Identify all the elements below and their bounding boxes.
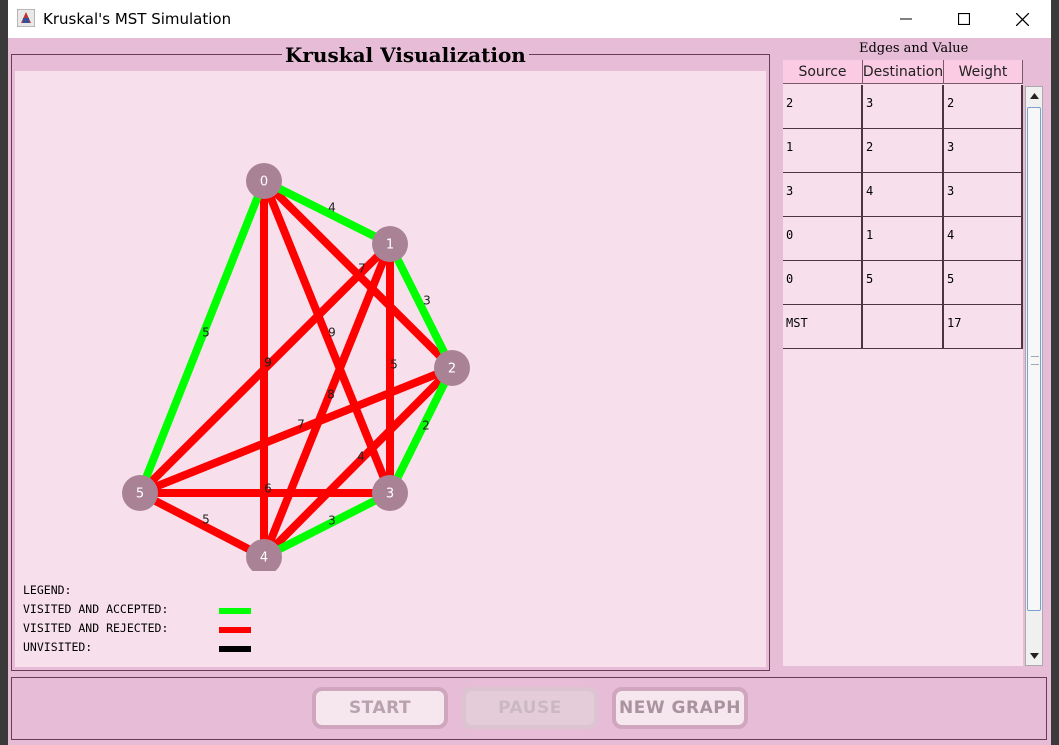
edge-1-2	[386, 242, 456, 370]
arrow-down-icon	[1029, 653, 1039, 659]
legend-unvisited-label: UNVISITED:	[23, 640, 93, 654]
cell-source: 2	[783, 85, 863, 129]
node-label: 5	[136, 487, 144, 502]
pause-button[interactable]: PAUSE	[462, 687, 598, 729]
maximize-icon	[958, 13, 970, 25]
cell-weight: 4	[944, 217, 1023, 261]
visualization-panel: Kruskal Visualization 432359975894765 01…	[11, 43, 770, 671]
edge-weight-label: 4	[328, 201, 336, 215]
edges-table-title: Edges and Value	[859, 41, 969, 56]
cell-source: 0	[783, 261, 863, 305]
table-body: 2 3 2 1 2 3 3 4 3 0 1 4 0 5 5 MST 17	[783, 85, 1023, 349]
cell-source: 1	[783, 129, 863, 173]
cell-destination	[863, 305, 944, 349]
legend: LEGEND: VISITED AND ACCEPTED: VISITED AN…	[23, 583, 253, 659]
edges-table: Source Destination Weight 2 3 2 1 2 3 3 …	[783, 60, 1023, 666]
scroll-down-button[interactable]	[1026, 647, 1042, 665]
cell-destination: 3	[863, 85, 944, 129]
edge-weight-label: 5	[202, 513, 210, 527]
cell-weight: 3	[944, 129, 1023, 173]
edge-weight-label: 7	[297, 418, 305, 432]
scroll-thumb[interactable]	[1027, 107, 1041, 611]
window-title: Kruskal's MST Simulation	[43, 10, 232, 28]
cell-weight: 3	[944, 173, 1023, 217]
arrow-up-icon	[1029, 93, 1039, 99]
edge-weight-label: 3	[328, 514, 336, 528]
table-row[interactable]: 1 2 3	[783, 129, 1023, 173]
edge-weight-label: 5	[390, 358, 398, 372]
cell-destination: 5	[863, 261, 944, 305]
graph-drawing: 432359975894765 012345	[122, 163, 470, 571]
node-label: 0	[260, 175, 268, 190]
header-source[interactable]: Source	[783, 60, 863, 84]
node-label: 4	[260, 551, 268, 566]
edge-weight-label: 7	[358, 262, 366, 276]
edge-weight-label: 3	[423, 294, 431, 308]
node-label: 3	[386, 487, 394, 502]
legend-rejected-swatch	[219, 627, 251, 633]
legend-title: LEGEND:	[23, 583, 72, 597]
control-panel: START PAUSE NEW GRAPH	[11, 677, 1047, 740]
edge-weight-label: 5	[202, 326, 210, 340]
cell-weight: 5	[944, 261, 1023, 305]
maximize-button[interactable]	[935, 0, 993, 38]
close-button[interactable]	[993, 0, 1051, 38]
grip-icon	[1031, 356, 1039, 365]
cell-destination: 4	[863, 173, 944, 217]
edge-weight-label: 8	[327, 388, 335, 402]
header-destination[interactable]: Destination	[863, 60, 944, 84]
minimize-icon	[900, 18, 912, 20]
cell-source: 0	[783, 217, 863, 261]
title-bar: Kruskal's MST Simulation	[8, 0, 1051, 38]
cell-weight: 2	[944, 85, 1023, 129]
new-graph-button[interactable]: NEW GRAPH	[612, 687, 748, 729]
java-app-icon	[17, 9, 35, 27]
edge-weight-label: 9	[264, 356, 272, 370]
edge-weight-label: 9	[328, 326, 336, 340]
node-label: 1	[386, 238, 394, 253]
edge-weight-label: 4	[357, 450, 365, 464]
cell-destination: 2	[863, 129, 944, 173]
table-scrollbar[interactable]	[1025, 86, 1043, 666]
cell-source: MST	[783, 305, 863, 349]
table-row[interactable]: 3 4 3	[783, 173, 1023, 217]
cell-source: 3	[783, 173, 863, 217]
legend-accepted-label: VISITED AND ACCEPTED:	[23, 602, 169, 616]
legend-rejected-label: VISITED AND REJECTED:	[23, 621, 169, 635]
legend-unvisited-swatch	[219, 646, 251, 652]
header-weight[interactable]: Weight	[944, 60, 1023, 84]
table-row[interactable]: 0 1 4	[783, 217, 1023, 261]
start-button[interactable]: START	[312, 687, 448, 729]
graph-canvas: 432359975894765 012345 LEGEND: VISITED A…	[15, 71, 766, 667]
edge-weight-label: 6	[264, 482, 272, 496]
table-row[interactable]: 2 3 2	[783, 85, 1023, 129]
cell-weight: 17	[944, 305, 1023, 349]
legend-accepted-swatch	[219, 608, 251, 614]
app-window: Kruskal's MST Simulation Kruskal Visuali…	[8, 0, 1051, 745]
close-icon	[1015, 12, 1029, 26]
node-label: 2	[448, 362, 456, 377]
minimize-button[interactable]	[877, 0, 935, 38]
table-header: Source Destination Weight	[783, 60, 1023, 85]
edge-weight-label: 2	[422, 419, 430, 433]
visualization-title: Kruskal Visualization	[282, 43, 529, 67]
table-row[interactable]: 0 5 5	[783, 261, 1023, 305]
scroll-up-button[interactable]	[1026, 87, 1042, 105]
cell-destination: 1	[863, 217, 944, 261]
table-row-total[interactable]: MST 17	[783, 305, 1023, 349]
